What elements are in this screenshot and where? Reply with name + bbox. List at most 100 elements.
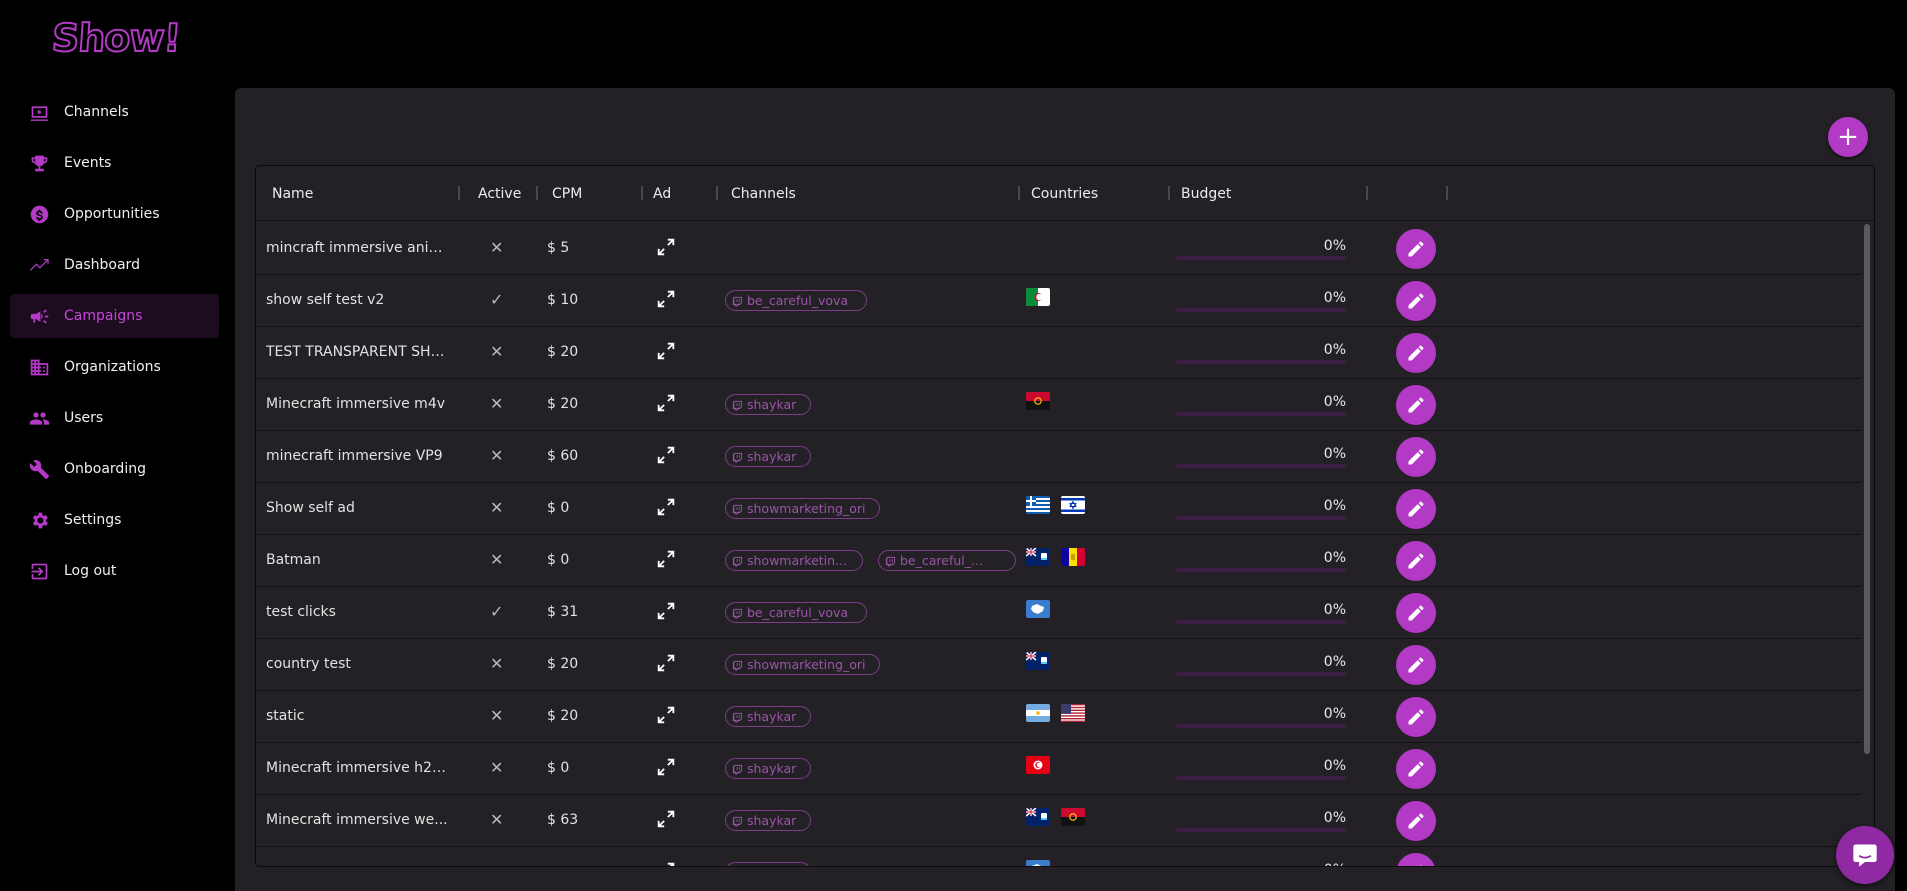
table-row[interactable]: country test ✕ $ 20 showmarketing_ori 0% xyxy=(256,639,1861,691)
table-row[interactable]: minecraft immersive VP9 ✕ $ 60 shaykar 0% xyxy=(256,431,1861,483)
twitch-icon xyxy=(732,399,743,411)
edit-button[interactable] xyxy=(1396,801,1436,841)
channel-chip[interactable]: shaykar xyxy=(725,706,811,727)
sidebar-item-events[interactable]: Events xyxy=(10,141,219,185)
channel-chip[interactable]: be_careful_vova xyxy=(725,290,867,311)
column-resize-handle[interactable] xyxy=(1366,186,1368,200)
sidebar-item-users[interactable]: Users xyxy=(10,396,219,440)
twitch-icon xyxy=(732,815,743,827)
channel-chip[interactable]: shaykar xyxy=(725,446,811,467)
channel-chip[interactable]: showmarketing_ori xyxy=(725,498,880,519)
column-header-cpm[interactable]: CPM xyxy=(552,186,582,202)
edit-button[interactable] xyxy=(1396,749,1436,789)
pencil-icon xyxy=(1406,707,1426,727)
sidebar-item-label: Settings xyxy=(64,512,122,528)
table-row[interactable]: Batman ✕ $ 0 showmarketin... be_careful_... 0… xyxy=(256,535,1861,587)
app-logo[interactable]: Show! xyxy=(49,15,182,66)
column-resize-handle[interactable] xyxy=(641,186,643,200)
add-campaign-button[interactable]: + xyxy=(1828,117,1868,157)
expand-ad-icon[interactable] xyxy=(655,704,677,726)
table-row[interactable]: Minecraft immersive we... ✕ $ 63 shaykar 0% xyxy=(256,795,1861,847)
edit-button[interactable] xyxy=(1396,541,1436,581)
channel-chip[interactable]: shaykar xyxy=(725,810,811,831)
campaign-name: country test xyxy=(266,656,351,672)
column-resize-handle[interactable] xyxy=(716,186,718,200)
edit-button[interactable] xyxy=(1396,333,1436,373)
table-row[interactable]: Minecraft immersive m4v ✕ $ 20 shaykar 0% xyxy=(256,379,1861,431)
channel-chip[interactable]: showmarketin... xyxy=(725,550,863,571)
budget-percent: 0% xyxy=(1323,342,1346,358)
budget-progress-bar xyxy=(1176,412,1346,416)
channel-chip[interactable]: showmarketing_ori xyxy=(725,654,880,675)
vertical-scrollbar[interactable] xyxy=(1864,224,1870,754)
column-header-countries[interactable]: Countries xyxy=(1031,186,1098,202)
expand-ad-icon[interactable] xyxy=(655,340,677,362)
sidebar-item-label: Organizations xyxy=(64,359,161,375)
sidebar-item-settings[interactable]: Settings xyxy=(10,498,219,542)
column-resize-handle[interactable] xyxy=(458,186,460,200)
channel-chip[interactable] xyxy=(725,862,811,866)
chat-support-button[interactable] xyxy=(1836,826,1894,884)
pencil-icon xyxy=(1406,499,1426,519)
pencil-icon xyxy=(1406,239,1426,259)
channel-chip-label: showmarketing_ori xyxy=(747,657,866,672)
column-header-name[interactable]: Name xyxy=(272,186,313,202)
sidebar-item-onboarding[interactable]: Onboarding xyxy=(10,447,219,491)
sidebar-item-channels[interactable]: Channels xyxy=(10,90,219,134)
edit-button[interactable] xyxy=(1396,489,1436,529)
expand-ad-icon[interactable] xyxy=(655,236,677,258)
table-row[interactable]: show self test v2 ✓ $ 10 be_careful_vova 0% xyxy=(256,275,1861,327)
twitch-icon xyxy=(885,555,896,567)
column-header-ad[interactable]: Ad xyxy=(653,186,671,202)
flag-tunisia-icon xyxy=(1026,756,1050,774)
campaigns-table: Name Active CPM Ad Channels Countries Budget m… xyxy=(255,165,1875,867)
edit-button[interactable] xyxy=(1396,437,1436,477)
table-row[interactable]: Show self ad ✕ $ 0 showmarketing_ori 0% xyxy=(256,483,1861,535)
gear-icon xyxy=(28,509,50,531)
edit-button[interactable] xyxy=(1396,281,1436,321)
sidebar-item-campaigns[interactable]: Campaigns xyxy=(10,294,219,338)
expand-ad-icon[interactable] xyxy=(655,288,677,310)
expand-ad-icon[interactable] xyxy=(655,548,677,570)
edit-button[interactable] xyxy=(1396,853,1436,866)
column-resize-handle[interactable] xyxy=(536,186,538,200)
channel-chip[interactable]: shaykar xyxy=(725,394,811,415)
budget-percent: 0% xyxy=(1323,446,1346,462)
flag-usa-icon xyxy=(1061,704,1085,722)
sidebar-item-organizations[interactable]: Organizations xyxy=(10,345,219,389)
expand-ad-icon[interactable] xyxy=(655,392,677,414)
expand-ad-icon[interactable] xyxy=(655,860,677,866)
column-resize-handle[interactable] xyxy=(1018,186,1020,200)
budget-progress-bar xyxy=(1176,568,1346,572)
expand-ad-icon[interactable] xyxy=(655,496,677,518)
table-row[interactable]: static ✕ $ 20 shaykar 0% xyxy=(256,691,1861,743)
expand-ad-icon[interactable] xyxy=(655,652,677,674)
expand-ad-icon[interactable] xyxy=(655,756,677,778)
twitch-icon xyxy=(732,451,743,463)
table-row[interactable]: test clicks ✓ $ 31 be_careful_vova 0% xyxy=(256,587,1861,639)
column-header-channels[interactable]: Channels xyxy=(731,186,796,202)
table-row[interactable]: TEST TRANSPARENT SHOU... ✕ $ 20 0% xyxy=(256,327,1861,379)
sidebar-item-dashboard[interactable]: Dashboard xyxy=(10,243,219,287)
edit-button[interactable] xyxy=(1396,229,1436,269)
column-resize-handle[interactable] xyxy=(1168,186,1170,200)
channel-chip[interactable]: be_careful_... xyxy=(878,550,1016,571)
edit-button[interactable] xyxy=(1396,593,1436,633)
column-header-active[interactable]: Active xyxy=(478,186,521,202)
table-row[interactable]: Minecraft immersive h265 ✕ $ 0 shaykar 0% xyxy=(256,743,1861,795)
table-row[interactable]: mincraft immersive anim... ✕ $ 5 0% xyxy=(256,223,1861,275)
column-resize-handle[interactable] xyxy=(1446,186,1448,200)
sidebar-item-opportunities[interactable]: Opportunities xyxy=(10,192,219,236)
channel-chip[interactable]: be_careful_vova xyxy=(725,602,867,623)
expand-ad-icon[interactable] xyxy=(655,808,677,830)
edit-button[interactable] xyxy=(1396,385,1436,425)
column-header-budget[interactable]: Budget xyxy=(1181,186,1231,202)
table-row[interactable]: 0% xyxy=(256,847,1861,866)
expand-ad-icon[interactable] xyxy=(655,600,677,622)
sidebar-item-log-out[interactable]: Log out xyxy=(10,549,219,593)
flag-israel-icon xyxy=(1061,496,1085,514)
expand-ad-icon[interactable] xyxy=(655,444,677,466)
channel-chip[interactable]: shaykar xyxy=(725,758,811,779)
edit-button[interactable] xyxy=(1396,697,1436,737)
edit-button[interactable] xyxy=(1396,645,1436,685)
